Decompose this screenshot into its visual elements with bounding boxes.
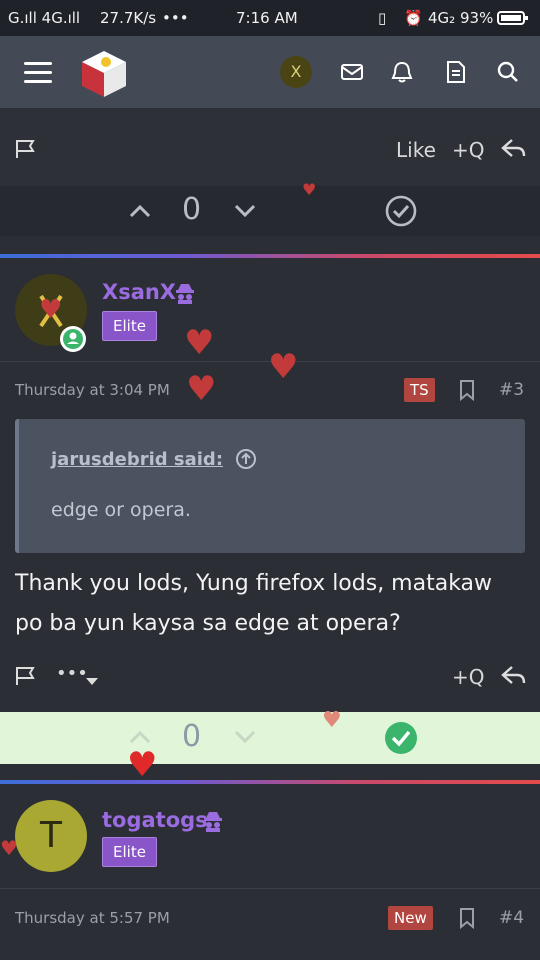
post2-author: ♥ XsanX Elite xyxy=(0,260,540,360)
author-name[interactable]: togatogs xyxy=(102,808,208,832)
heart-icon: ♥ xyxy=(184,323,215,363)
vote-count: 0 xyxy=(182,192,202,227)
post-body: Thank you lods, Yung firefox lods, matak… xyxy=(15,571,493,636)
post3-meta: Thursday at 5:57 PM New #4 xyxy=(0,888,540,947)
clock: 7:16 AM xyxy=(236,9,298,27)
inbox-icon[interactable] xyxy=(334,54,370,90)
reply-icon[interactable] xyxy=(500,136,528,166)
svg-text:♥: ♥ xyxy=(39,295,62,325)
post-date[interactable]: Thursday at 5:57 PM xyxy=(15,909,170,927)
accept-check-icon[interactable] xyxy=(384,194,418,232)
vibrate-icon: ▯ xyxy=(378,9,387,27)
document-icon[interactable] xyxy=(437,54,473,90)
bookmark-icon[interactable] xyxy=(458,379,476,405)
search-icon[interactable] xyxy=(490,54,526,90)
quote-button[interactable]: +Q xyxy=(452,138,485,162)
heart-icon: ♥ xyxy=(0,836,18,860)
post-number[interactable]: #3 xyxy=(499,380,524,400)
vote-count: 0 xyxy=(182,719,202,754)
downvote-icon[interactable] xyxy=(232,198,258,228)
like-button[interactable]: Like xyxy=(396,138,436,162)
upvote-icon[interactable] xyxy=(127,198,153,228)
site-logo[interactable] xyxy=(78,48,130,100)
post-separator xyxy=(0,254,540,258)
author-name[interactable]: XsanX xyxy=(102,280,176,304)
post2-actions: ••• +Q xyxy=(0,653,540,709)
accepted-check-icon[interactable] xyxy=(384,721,418,759)
net-speed: 27.7K/s xyxy=(100,9,157,27)
heart-icon: ♥ xyxy=(302,180,317,199)
downvote-icon[interactable] xyxy=(232,724,258,754)
quote-button[interactable]: +Q xyxy=(452,665,485,689)
status-dots: ••• xyxy=(162,9,189,27)
battery-percent: 93% xyxy=(460,9,494,27)
post-separator xyxy=(0,780,540,784)
bookmark-icon[interactable] xyxy=(458,907,476,933)
heart-icon: ♥ xyxy=(186,369,217,409)
battery-icon xyxy=(497,10,529,30)
post2-vote-bar: 0 xyxy=(0,712,540,764)
more-options-button[interactable]: ••• xyxy=(56,663,88,684)
status-bar: G.ıll 4G.ıll 27.7K/s ••• 7:16 AM ▯ ⏰ 4G₂… xyxy=(0,0,540,36)
bell-icon[interactable] xyxy=(384,54,420,90)
report-flag-icon[interactable] xyxy=(14,138,38,164)
heart-icon: ♥ xyxy=(322,708,342,733)
heart-icon: ♥ xyxy=(127,745,158,785)
heart-icon: ♥ xyxy=(268,347,299,387)
alarm-icon: ⏰ xyxy=(404,9,423,27)
user-title-badge: Elite xyxy=(102,837,157,867)
post-date[interactable]: Thursday at 3:04 PM xyxy=(15,381,170,399)
caret-down-icon[interactable] xyxy=(86,671,98,690)
post3-author: T togatogs Elite xyxy=(0,786,540,886)
spy-icon xyxy=(202,810,224,836)
post-number[interactable]: #4 xyxy=(499,908,524,928)
network-right: 4G₂ xyxy=(428,9,456,27)
reply-icon[interactable] xyxy=(500,663,528,693)
menu-icon[interactable] xyxy=(22,56,54,92)
author-avatar[interactable]: T xyxy=(15,800,87,872)
report-flag-icon[interactable] xyxy=(14,665,38,691)
spy-icon xyxy=(174,282,196,308)
post1-actions: Like +Q xyxy=(0,108,540,187)
quote-author-link[interactable]: jarusdebrid said: xyxy=(51,449,223,470)
new-post-tag: New xyxy=(388,906,433,930)
user-avatar[interactable]: X xyxy=(280,56,312,88)
signal-indicator: G.ıll 4G.ıll xyxy=(8,9,81,27)
jump-to-quote-icon[interactable] xyxy=(235,448,257,474)
post1-vote-bar: 0 xyxy=(0,186,540,236)
thread-starter-tag: TS xyxy=(404,378,435,402)
user-title-badge: Elite xyxy=(102,311,157,341)
quote-block: jarusdebrid said: edge or opera. xyxy=(15,419,525,553)
quote-text: edge or opera. xyxy=(51,499,191,521)
online-status-icon xyxy=(60,326,86,352)
